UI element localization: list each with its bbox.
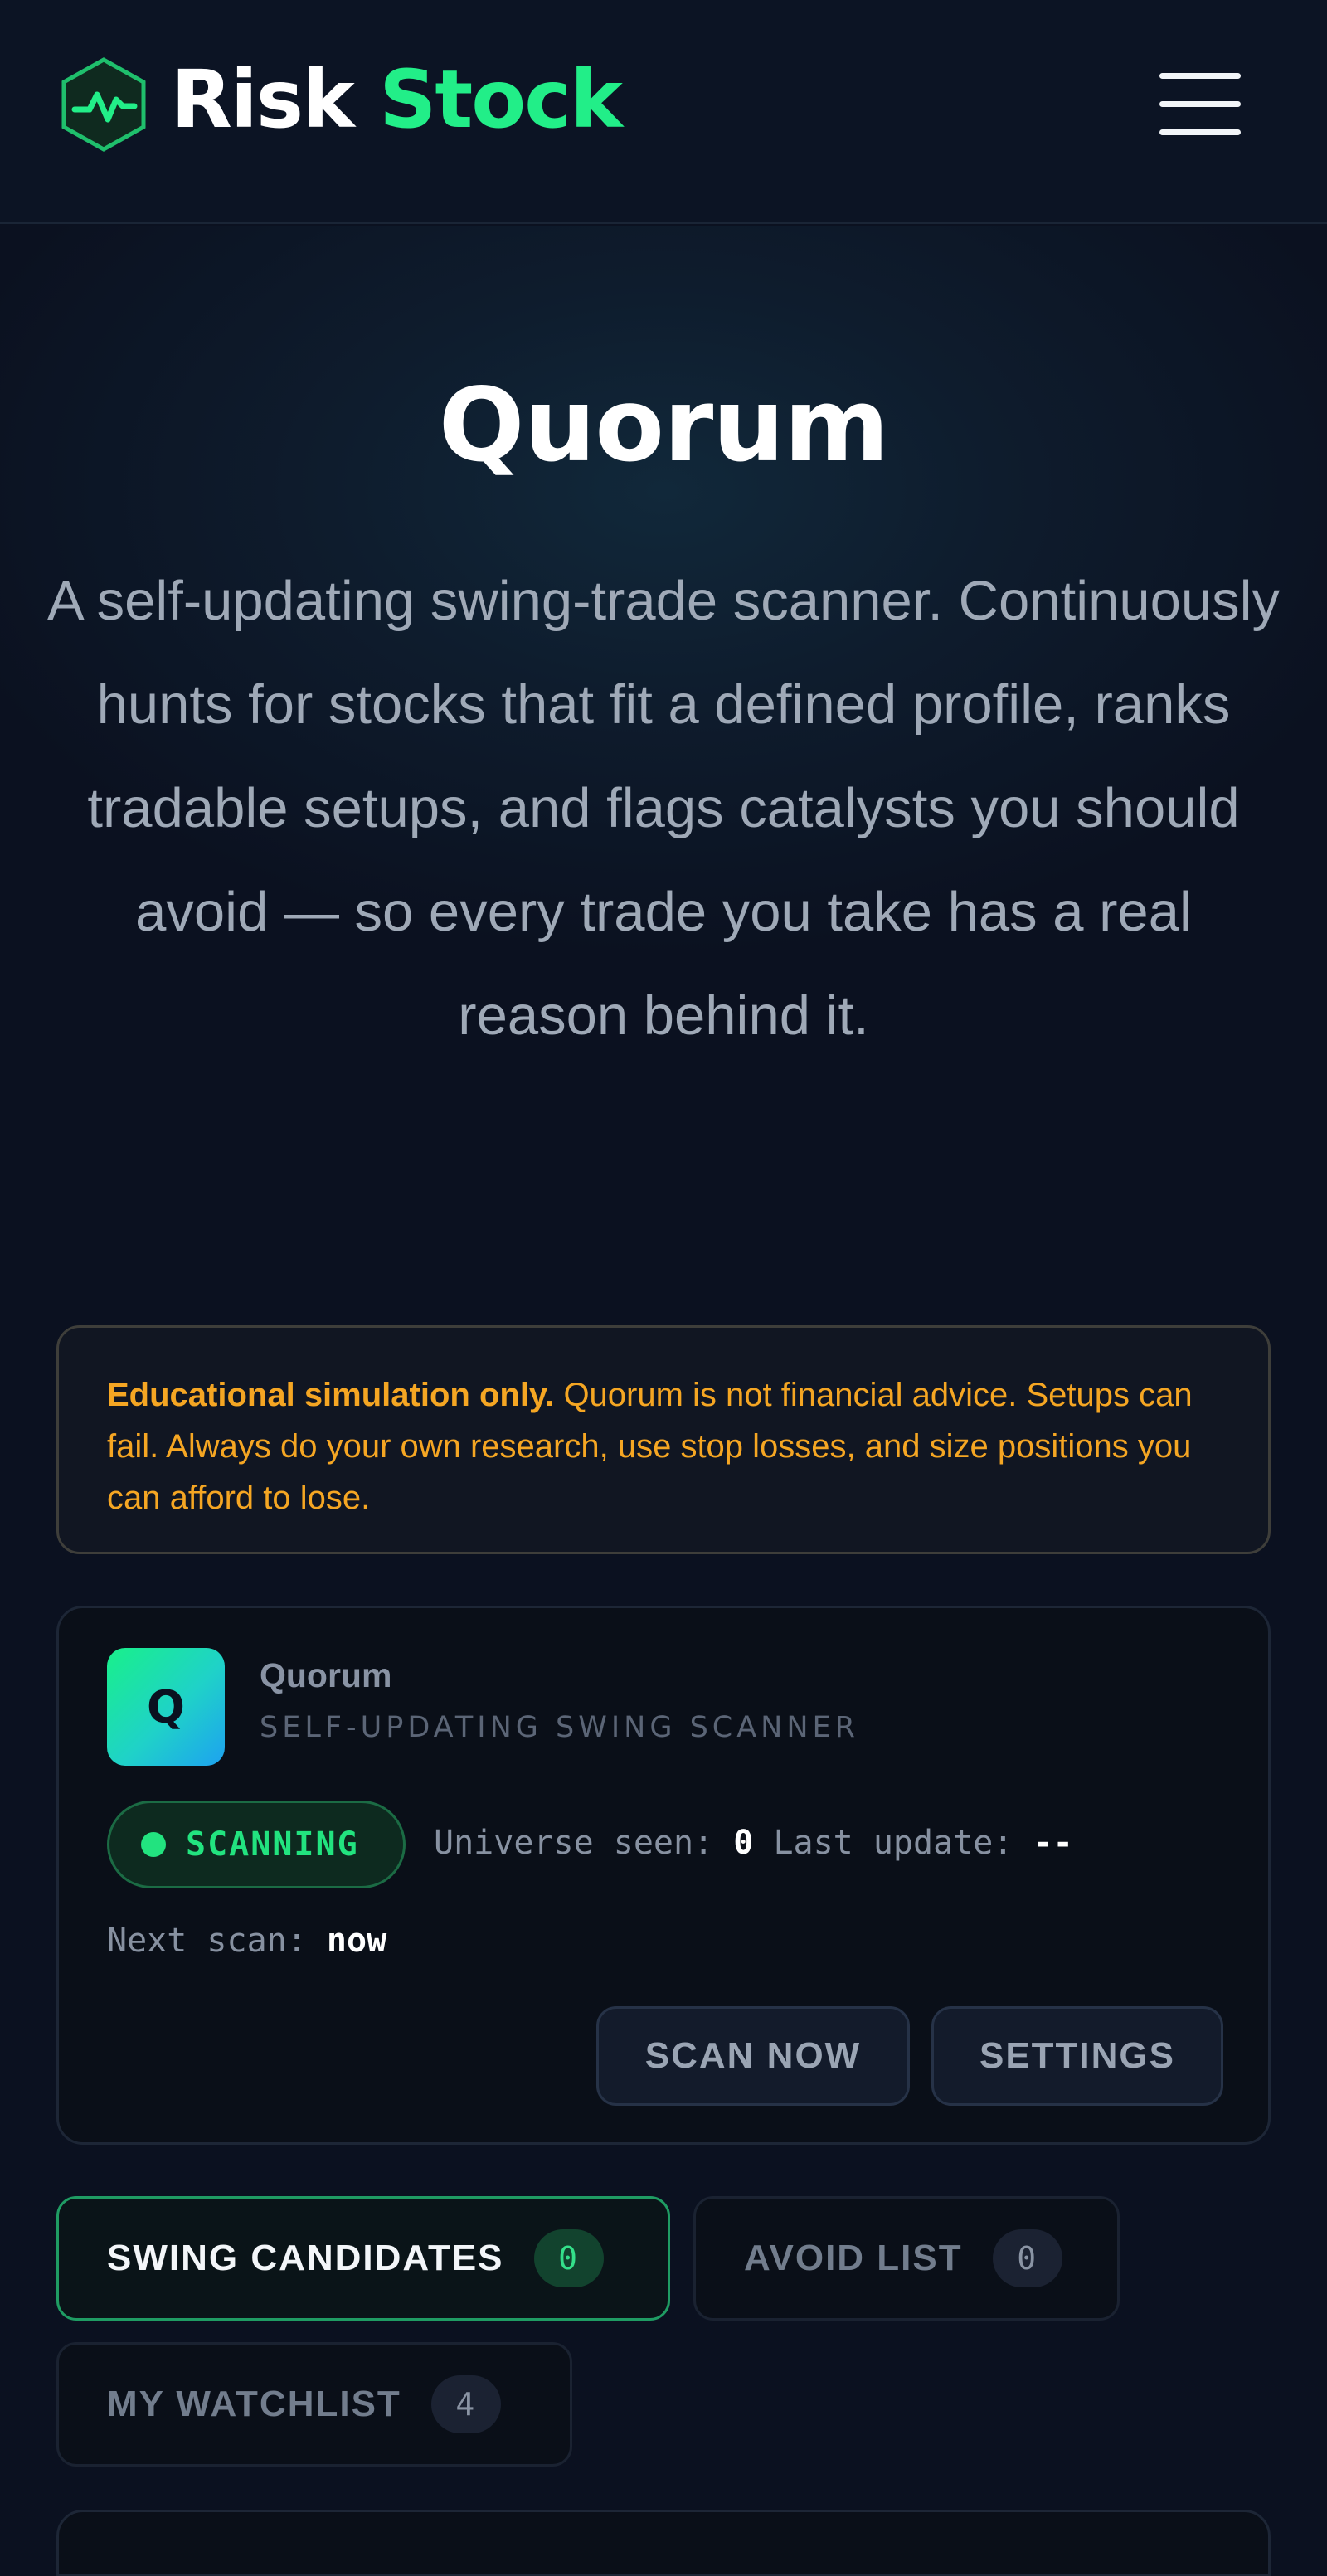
tab-count-badge: 0 <box>992 2229 1062 2287</box>
page-title: Quorum <box>438 367 890 484</box>
universe-value: 0 <box>733 1824 754 1862</box>
tab-swing-candidates[interactable]: SWING CANDIDATES 0 <box>56 2196 670 2321</box>
status-label: SCANNING <box>186 1825 359 1864</box>
tab-avoid-list[interactable]: AVOID LIST 0 <box>693 2196 1120 2321</box>
last-update-value: -- <box>1033 1824 1073 1862</box>
tab-label: AVOID LIST <box>744 2238 963 2278</box>
tab-count-badge: 4 <box>430 2375 501 2433</box>
scanner-subtitle: SELF-UPDATING SWING SCANNER <box>260 1711 859 1744</box>
brand-name-stock: Stock <box>379 53 623 146</box>
brand-name-risk: Risk <box>171 53 355 146</box>
next-scan-info: Next scan: now <box>107 1922 386 1960</box>
scanner-card: Q Quorum SELF-UPDATING SWING SCANNER SCA… <box>56 1606 1271 2145</box>
hamburger-menu-icon[interactable] <box>1154 70 1246 139</box>
next-scan-value: now <box>326 1922 387 1960</box>
tab-my-watchlist[interactable]: MY WATCHLIST 4 <box>56 2342 572 2467</box>
tab-label: SWING CANDIDATES <box>107 2238 504 2278</box>
tab-label: MY WATCHLIST <box>107 2384 401 2424</box>
brand-logo-text[interactable]: Risk Stock <box>171 51 623 148</box>
scan-now-button[interactable]: SCAN NOW <box>596 2006 910 2106</box>
app-avatar-icon: Q <box>107 1648 225 1766</box>
results-panel <box>56 2510 1271 2576</box>
hero-section: Quorum A self-updating swing-trade scann… <box>0 226 1327 1304</box>
last-update-label: Last update: <box>773 1824 1013 1862</box>
hero-description: A self-updating swing-trade scanner. Con… <box>46 570 1281 1047</box>
universe-label: Universe seen: <box>434 1824 714 1862</box>
disclaimer-bold: Educational simulation only. <box>107 1377 555 1413</box>
hexagon-pulse-icon[interactable] <box>60 56 148 153</box>
disclaimer-banner: Educational simulation only. Quorum is n… <box>56 1325 1271 1554</box>
scanner-name: Quorum <box>260 1656 392 1694</box>
scan-stats: Universe seen: 0 Last update: -- <box>434 1824 1073 1862</box>
top-header: Risk Stock <box>0 0 1327 224</box>
status-dot-icon <box>141 1832 166 1857</box>
status-badge: SCANNING <box>107 1801 406 1888</box>
settings-button[interactable]: SETTINGS <box>931 2006 1223 2106</box>
next-scan-label: Next scan: <box>107 1922 307 1960</box>
tab-count-badge: 0 <box>533 2229 604 2287</box>
